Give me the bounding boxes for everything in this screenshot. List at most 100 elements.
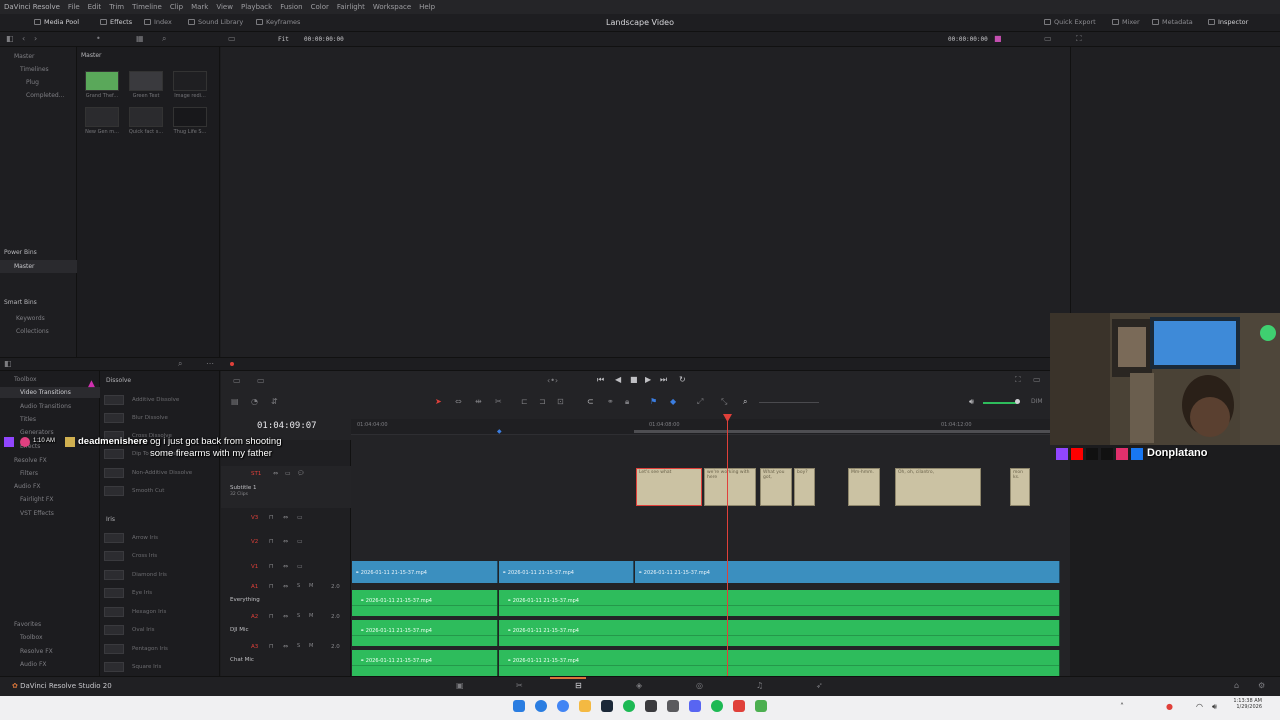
fav-audio-fx[interactable]: Audio FX <box>20 661 47 668</box>
app-menu[interactable]: DaVinci Resolve <box>4 3 60 11</box>
stop-icon[interactable]: ■ <box>630 376 638 384</box>
menu-fairlight[interactable]: Fairlight <box>337 3 365 11</box>
fx-item[interactable]: Cross Iris <box>104 549 214 563</box>
track-link-icon[interactable]: ⇔ <box>283 514 288 521</box>
edge-icon[interactable] <box>535 700 547 712</box>
discord-icon[interactable] <box>689 700 701 712</box>
selection-tool-icon[interactable]: ➤ <box>435 398 442 406</box>
color-swatch-icon[interactable]: ■ <box>994 35 1002 43</box>
audio-clip[interactable]: ⚭ 2026-01-11 21-15-37.mp4 <box>352 590 498 616</box>
timeline-layout-icon[interactable]: ▭ <box>257 377 265 385</box>
track-solo-button[interactable]: S <box>297 643 300 649</box>
subtitle-clip[interactable]: Mm-hmm. <box>848 468 880 506</box>
menu-workspace[interactable]: Workspace <box>373 3 411 11</box>
file-explorer-icon[interactable] <box>579 700 591 712</box>
clock[interactable]: 1:13:38 AM 1/29/2026 <box>1228 698 1262 710</box>
volume-slider[interactable] <box>983 402 1017 404</box>
fx-item[interactable]: Smooth Cut <box>104 484 214 498</box>
video-clip[interactable]: ⚭ 2026-01-11 21-15-37.mp4 <box>635 561 1060 583</box>
subtitle-clip[interactable]: Let's see what <box>636 468 702 506</box>
overwrite-clip-icon[interactable]: ⊐ <box>539 398 546 406</box>
go-to-start-icon[interactable]: ⏮ <box>597 376 604 384</box>
clip-thumbnail[interactable] <box>129 107 163 127</box>
menu-playback[interactable]: Playback <box>241 3 272 11</box>
audio-clip[interactable]: ⚭ 2026-01-11 21-15-37.mp4 <box>499 590 1060 616</box>
trim-tool-icon[interactable]: ⇔ <box>455 398 462 406</box>
media-pool-button[interactable]: Media Pool <box>34 18 79 26</box>
play-icon[interactable]: ▶ <box>645 376 651 384</box>
fx-item[interactable]: Diamond Iris <box>104 568 214 582</box>
blade-icon[interactable]: ✂ <box>495 398 502 406</box>
loop-icon[interactable]: ↻ <box>679 376 686 384</box>
page-fairlight-icon[interactable]: ♫ <box>756 682 763 690</box>
viewer-fullscreen-icon[interactable]: ⛶ <box>1015 376 1021 384</box>
fx-video-transitions-row[interactable]: Video Transitions <box>0 387 100 398</box>
clip-thumbnail[interactable] <box>85 107 119 127</box>
clip-thumbnail[interactable] <box>85 71 119 91</box>
dim-button[interactable]: DIM <box>1031 399 1043 405</box>
track-lock-icon[interactable]: ⊓ <box>269 514 274 521</box>
power-bin-master-row[interactable]: Master <box>0 260 77 273</box>
tree-plug[interactable]: Plug <box>26 79 39 86</box>
fx-item[interactable]: Eye Iris <box>104 586 214 600</box>
page-fusion-icon[interactable]: ◈ <box>636 682 642 690</box>
subtitle-clip[interactable]: we're working with here <box>704 468 756 506</box>
app-icon[interactable] <box>667 700 679 712</box>
fx-favorites[interactable]: Favorites <box>14 621 41 628</box>
zoom-fit-icon[interactable]: ⤢ <box>697 398 703 406</box>
subtitle-clip[interactable]: mon ks. <box>1010 468 1030 506</box>
fx-toolbox[interactable]: Toolbox <box>14 376 37 383</box>
back-icon[interactable]: ‹ <box>22 35 25 43</box>
fx-item[interactable]: Additive Dissolve <box>104 393 214 407</box>
index-button[interactable]: Index <box>144 18 172 26</box>
marker-icon[interactable]: ◆ <box>497 428 502 435</box>
page-edit-icon[interactable]: ⊟ <box>575 682 582 690</box>
subtitle-clip[interactable]: Oh, oh, cilantro, <box>895 468 981 506</box>
fx-item[interactable]: Blur Dissolve <box>104 411 214 425</box>
track-height-icon[interactable]: ◔ <box>251 398 258 406</box>
inspector-button[interactable]: Inspector <box>1208 18 1248 26</box>
fx-item[interactable]: Oval Iris <box>104 623 214 637</box>
cinema-icon[interactable]: ▭ <box>1033 376 1041 384</box>
track-lock-icon[interactable]: ⊓ <box>269 538 274 545</box>
menu-edit[interactable]: Edit <box>88 3 102 11</box>
timeline-ruler[interactable]: 01:04:04:00 01:04:08:00 01:04:12:00 ◆ <box>351 419 1070 435</box>
clip-thumbnail[interactable] <box>129 71 163 91</box>
tray-app-icon[interactable]: ● <box>1166 703 1173 711</box>
menu-mark[interactable]: Mark <box>191 3 208 11</box>
track-solo-button[interactable]: S <box>297 583 300 589</box>
track-lock-icon[interactable]: ⇔ <box>273 470 278 477</box>
volume-knob[interactable] <box>1015 399 1020 404</box>
replace-clip-icon[interactable]: ⊡ <box>557 398 564 406</box>
grid-toggle-icon[interactable]: ▤ <box>231 398 239 406</box>
volume-icon[interactable]: 🔊︎ <box>969 398 974 406</box>
timeline-view-icon[interactable]: ▭ <box>233 377 241 385</box>
sidebar-toggle-icon[interactable]: ◧ <box>4 360 12 368</box>
fav-toolbox[interactable]: Toolbox <box>20 634 43 641</box>
fx-item[interactable]: Hexagon Iris <box>104 605 214 619</box>
keyframes-button[interactable]: Keyframes <box>256 18 300 26</box>
spotify-icon[interactable] <box>711 700 723 712</box>
tree-timelines[interactable]: Timelines <box>20 66 49 73</box>
track-lock-icon[interactable]: ⊓ <box>269 583 274 590</box>
home-icon[interactable]: ⌂ <box>1234 682 1239 690</box>
tray-chevron-icon[interactable]: ˄ <box>1120 703 1124 711</box>
zoom-slider[interactable] <box>759 402 819 403</box>
zoom-detail-icon[interactable]: ⤡ <box>721 398 727 406</box>
link-icon[interactable]: ⚭ <box>607 398 614 406</box>
snapping-icon[interactable]: ⊂ <box>587 398 594 406</box>
panel-toggle-icon[interactable]: ◧ <box>6 35 14 43</box>
audio-clip[interactable]: ⚭ 2026-01-11 21-15-37.mp4 <box>352 620 498 646</box>
fx-item[interactable]: Pentagon Iris <box>104 642 214 656</box>
quick-export-button[interactable]: Quick Export <box>1044 18 1096 26</box>
subtitle-clip[interactable]: boy? <box>794 468 815 506</box>
marker-icon[interactable]: ◆ <box>670 398 676 406</box>
menu-timeline[interactable]: Timeline <box>132 3 162 11</box>
subtitle-clip[interactable]: What you got, <box>760 468 792 506</box>
timeline-viewer[interactable] <box>221 47 1070 357</box>
fx-vst-effects[interactable]: VST Effects <box>20 510 54 517</box>
more-options-icon[interactable]: ⋯ <box>206 360 214 368</box>
track-visibility-icon[interactable]: ▭ <box>297 538 303 545</box>
track-mute-button[interactable]: M <box>309 643 313 649</box>
menu-file[interactable]: File <box>68 3 80 11</box>
